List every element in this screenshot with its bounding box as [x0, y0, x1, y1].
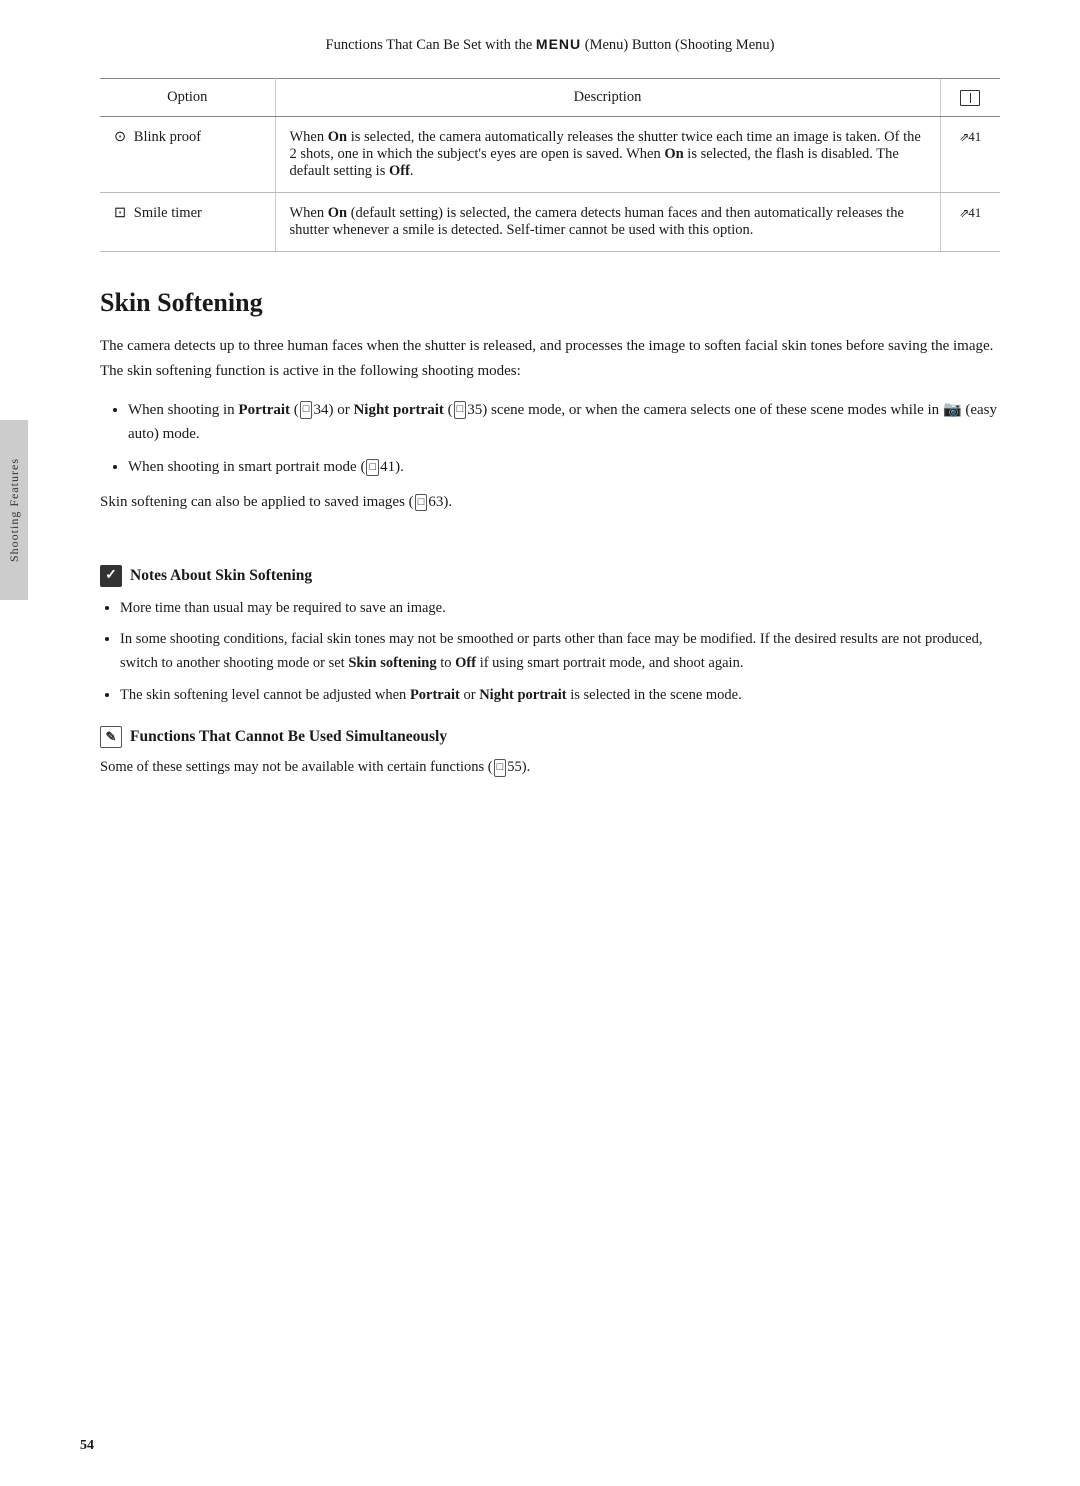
skin-softening-bullets: When shooting in Portrait (□34) or Night… — [128, 398, 1000, 480]
blink-proof-label: Blink proof — [134, 129, 201, 145]
blink-proof-icon: ⊙ — [114, 129, 126, 145]
ref-icon: □ — [454, 401, 467, 418]
checkmark-icon: ✓ — [100, 565, 122, 587]
table-row: ⊡ Smile timer When On (default setting) … — [100, 193, 1000, 252]
pencil-icon: ✎ — [100, 726, 122, 748]
col-header-ref — [940, 79, 1000, 117]
notes-header: ✓ Notes About Skin Softening — [100, 565, 1000, 587]
option-blink-proof: ⊙ Blink proof — [100, 117, 275, 193]
table-row: ⊙ Blink proof When On is selected, the c… — [100, 117, 1000, 193]
col-header-description: Description — [275, 79, 940, 117]
smile-timer-label: Smile timer — [134, 205, 202, 221]
functions-header: ✎ Functions That Cannot Be Used Simultan… — [100, 726, 1000, 748]
book-icon — [960, 90, 980, 106]
skin-softening-title: Skin Softening — [100, 288, 1000, 318]
page-header: Functions That Can Be Set with the MENU … — [100, 36, 1000, 58]
notes-section: ✓ Notes About Skin Softening More time t… — [100, 555, 1000, 709]
ref-icon: □ — [300, 401, 313, 418]
ref-icon: □ — [494, 759, 507, 776]
ref-icon: □ — [366, 459, 379, 476]
header-text2: (Menu) Button (Shooting Menu) — [585, 37, 775, 53]
header-text: Functions That Can Be Set with the — [326, 37, 533, 53]
sidebar-tab: Shooting Features — [0, 420, 28, 600]
functions-section: ✎ Functions That Cannot Be Used Simultan… — [100, 726, 1000, 780]
smile-timer-icon: ⊡ — [114, 205, 126, 221]
smile-timer-description: When On (default setting) is selected, t… — [275, 193, 940, 252]
list-item: When shooting in Portrait (□34) or Night… — [128, 398, 1000, 448]
page-container: Shooting Features Functions That Can Be … — [0, 0, 1080, 1486]
blink-proof-ref: ⇗41 — [940, 117, 1000, 193]
features-table: Option Description ⊙ Blink proof When On… — [100, 78, 1000, 252]
notes-list: More time than usual may be required to … — [120, 597, 1000, 709]
blink-proof-description: When On is selected, the camera automati… — [275, 117, 940, 193]
list-item: In some shooting conditions, facial skin… — [120, 628, 1000, 676]
list-item: More time than usual may be required to … — [120, 597, 1000, 621]
option-smile-timer: ⊡ Smile timer — [100, 193, 275, 252]
list-item: The skin softening level cannot be adjus… — [120, 684, 1000, 708]
skin-softening-intro: The camera detects up to three human fac… — [100, 334, 1000, 384]
functions-body: Some of these settings may not be availa… — [100, 756, 1000, 780]
smile-timer-ref: ⇗41 — [940, 193, 1000, 252]
menu-word: MENU — [536, 36, 581, 52]
arrow-ref-icon: ⇗ — [959, 206, 968, 220]
sidebar-label: Shooting Features — [7, 458, 22, 562]
functions-title: Functions That Cannot Be Used Simultaneo… — [130, 728, 447, 746]
ref-icon: □ — [415, 494, 428, 511]
page-number: 54 — [80, 1438, 94, 1454]
skin-softening-extra: Skin softening can also be applied to sa… — [100, 490, 1000, 515]
notes-title: Notes About Skin Softening — [130, 567, 312, 585]
col-header-option: Option — [100, 79, 275, 117]
list-item: When shooting in smart portrait mode (□4… — [128, 455, 1000, 480]
arrow-ref-icon: ⇗ — [959, 130, 968, 144]
